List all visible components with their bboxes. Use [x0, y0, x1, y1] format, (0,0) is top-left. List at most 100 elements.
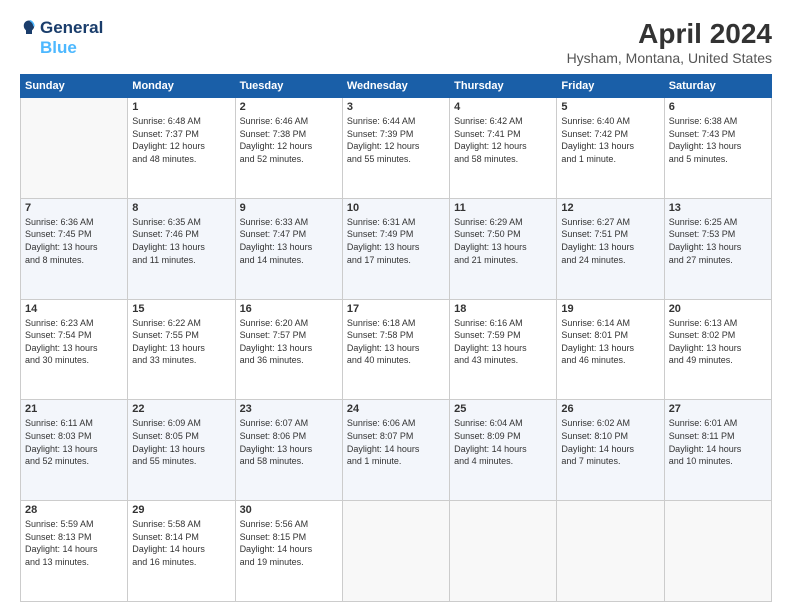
- header-thursday: Thursday: [450, 75, 557, 98]
- day-info: Sunrise: 6:13 AM Sunset: 8:02 PM Dayligh…: [669, 317, 767, 367]
- calendar-week-row: 28 Sunrise: 5:59 AM Sunset: 8:13 PM Dayli…: [21, 501, 772, 602]
- day-info: Sunrise: 6:33 AM Sunset: 7:47 PM Dayligh…: [240, 216, 338, 266]
- table-row: 25 Sunrise: 6:04 AM Sunset: 8:09 PM Dayli…: [450, 400, 557, 501]
- page: General Blue April 2024 Hysham, Montana,…: [0, 0, 792, 612]
- table-row: 26 Sunrise: 6:02 AM Sunset: 8:10 PM Dayli…: [557, 400, 664, 501]
- day-number: 8: [132, 202, 230, 214]
- day-number: 28: [25, 504, 123, 516]
- table-row: [450, 501, 557, 602]
- calendar-week-row: 21 Sunrise: 6:11 AM Sunset: 8:03 PM Dayli…: [21, 400, 772, 501]
- table-row: 1Sunrise: 6:48 AM Sunset: 7:37 PM Daylig…: [128, 98, 235, 199]
- table-row: 12 Sunrise: 6:27 AM Sunset: 7:51 PM Dayli…: [557, 198, 664, 299]
- table-row: 29 Sunrise: 5:58 AM Sunset: 8:14 PM Dayli…: [128, 501, 235, 602]
- page-subtitle: Hysham, Montana, United States: [567, 50, 772, 66]
- day-info: Sunrise: 6:35 AM Sunset: 7:46 PM Dayligh…: [132, 216, 230, 266]
- day-number: 18: [454, 303, 552, 315]
- table-row: 8 Sunrise: 6:35 AM Sunset: 7:46 PM Daylig…: [128, 198, 235, 299]
- table-row: 16 Sunrise: 6:20 AM Sunset: 7:57 PM Dayli…: [235, 299, 342, 400]
- day-number: 6: [669, 101, 767, 113]
- day-info: Sunrise: 5:58 AM Sunset: 8:14 PM Dayligh…: [132, 518, 230, 568]
- table-row: 18 Sunrise: 6:16 AM Sunset: 7:59 PM Dayli…: [450, 299, 557, 400]
- day-info: Sunrise: 5:59 AM Sunset: 8:13 PM Dayligh…: [25, 518, 123, 568]
- table-row: 15 Sunrise: 6:22 AM Sunset: 7:55 PM Dayli…: [128, 299, 235, 400]
- day-info: Sunrise: 6:44 AM Sunset: 7:39 PM Dayligh…: [347, 115, 445, 165]
- day-info: Sunrise: 6:16 AM Sunset: 7:59 PM Dayligh…: [454, 317, 552, 367]
- day-number: 26: [561, 403, 659, 415]
- day-info: Sunrise: 6:27 AM Sunset: 7:51 PM Dayligh…: [561, 216, 659, 266]
- day-number: 22: [132, 403, 230, 415]
- header-monday: Monday: [128, 75, 235, 98]
- logo-blue: Blue: [40, 38, 77, 58]
- day-number: 3: [347, 101, 445, 113]
- day-number: 14: [25, 303, 123, 315]
- day-info: Sunrise: 6:09 AM Sunset: 8:05 PM Dayligh…: [132, 417, 230, 467]
- day-number: 27: [669, 403, 767, 415]
- day-number: 29: [132, 504, 230, 516]
- header-saturday: Saturday: [664, 75, 771, 98]
- day-info: Sunrise: 6:04 AM Sunset: 8:09 PM Dayligh…: [454, 417, 552, 467]
- day-info: Sunrise: 6:22 AM Sunset: 7:55 PM Dayligh…: [132, 317, 230, 367]
- table-row: [557, 501, 664, 602]
- day-info: Sunrise: 6:36 AM Sunset: 7:45 PM Dayligh…: [25, 216, 123, 266]
- title-block: April 2024 Hysham, Montana, United State…: [567, 18, 772, 66]
- table-row: 7Sunrise: 6:36 AM Sunset: 7:45 PM Daylig…: [21, 198, 128, 299]
- day-info: Sunrise: 6:29 AM Sunset: 7:50 PM Dayligh…: [454, 216, 552, 266]
- logo: General Blue: [20, 18, 103, 58]
- table-row: 2 Sunrise: 6:46 AM Sunset: 7:38 PM Daylig…: [235, 98, 342, 199]
- day-info: Sunrise: 6:23 AM Sunset: 7:54 PM Dayligh…: [25, 317, 123, 367]
- day-info: Sunrise: 6:46 AM Sunset: 7:38 PM Dayligh…: [240, 115, 338, 165]
- table-row: 4Sunrise: 6:42 AM Sunset: 7:41 PM Daylig…: [450, 98, 557, 199]
- day-number: 13: [669, 202, 767, 214]
- day-info: Sunrise: 6:25 AM Sunset: 7:53 PM Dayligh…: [669, 216, 767, 266]
- day-number: 11: [454, 202, 552, 214]
- logo-icon: [20, 19, 38, 37]
- calendar-week-row: 14 Sunrise: 6:23 AM Sunset: 7:54 PM Dayli…: [21, 299, 772, 400]
- day-number: 30: [240, 504, 338, 516]
- day-info: Sunrise: 5:56 AM Sunset: 8:15 PM Dayligh…: [240, 518, 338, 568]
- day-number: 25: [454, 403, 552, 415]
- day-number: 21: [25, 403, 123, 415]
- day-number: 19: [561, 303, 659, 315]
- day-number: 5: [561, 101, 659, 113]
- table-row: [342, 501, 449, 602]
- day-number: 2: [240, 101, 338, 113]
- day-info: Sunrise: 6:02 AM Sunset: 8:10 PM Dayligh…: [561, 417, 659, 467]
- header: General Blue April 2024 Hysham, Montana,…: [20, 18, 772, 66]
- table-row: 10 Sunrise: 6:31 AM Sunset: 7:49 PM Dayli…: [342, 198, 449, 299]
- table-row: 24Sunrise: 6:06 AM Sunset: 8:07 PM Dayli…: [342, 400, 449, 501]
- day-number: 12: [561, 202, 659, 214]
- table-row: 27Sunrise: 6:01 AM Sunset: 8:11 PM Dayli…: [664, 400, 771, 501]
- table-row: [21, 98, 128, 199]
- table-row: 14 Sunrise: 6:23 AM Sunset: 7:54 PM Dayli…: [21, 299, 128, 400]
- calendar-week-row: 7Sunrise: 6:36 AM Sunset: 7:45 PM Daylig…: [21, 198, 772, 299]
- table-row: 3 Sunrise: 6:44 AM Sunset: 7:39 PM Daylig…: [342, 98, 449, 199]
- day-number: 9: [240, 202, 338, 214]
- table-row: 9 Sunrise: 6:33 AM Sunset: 7:47 PM Daylig…: [235, 198, 342, 299]
- day-info: Sunrise: 6:31 AM Sunset: 7:49 PM Dayligh…: [347, 216, 445, 266]
- table-row: 13 Sunrise: 6:25 AM Sunset: 7:53 PM Dayli…: [664, 198, 771, 299]
- day-number: 16: [240, 303, 338, 315]
- day-info: Sunrise: 6:40 AM Sunset: 7:42 PM Dayligh…: [561, 115, 659, 165]
- day-info: Sunrise: 6:18 AM Sunset: 7:58 PM Dayligh…: [347, 317, 445, 367]
- day-number: 10: [347, 202, 445, 214]
- table-row: 23Sunrise: 6:07 AM Sunset: 8:06 PM Dayli…: [235, 400, 342, 501]
- table-row: [664, 501, 771, 602]
- calendar-table: Sunday Monday Tuesday Wednesday Thursday…: [20, 74, 772, 602]
- day-info: Sunrise: 6:06 AM Sunset: 8:07 PM Dayligh…: [347, 417, 445, 467]
- page-title: April 2024: [567, 18, 772, 50]
- table-row: 6Sunrise: 6:38 AM Sunset: 7:43 PM Daylig…: [664, 98, 771, 199]
- table-row: 11 Sunrise: 6:29 AM Sunset: 7:50 PM Dayli…: [450, 198, 557, 299]
- calendar-week-row: 1Sunrise: 6:48 AM Sunset: 7:37 PM Daylig…: [21, 98, 772, 199]
- day-number: 20: [669, 303, 767, 315]
- logo-general: General: [40, 18, 103, 38]
- day-info: Sunrise: 6:11 AM Sunset: 8:03 PM Dayligh…: [25, 417, 123, 467]
- table-row: 20 Sunrise: 6:13 AM Sunset: 8:02 PM Dayli…: [664, 299, 771, 400]
- header-friday: Friday: [557, 75, 664, 98]
- day-number: 15: [132, 303, 230, 315]
- header-wednesday: Wednesday: [342, 75, 449, 98]
- day-info: Sunrise: 6:48 AM Sunset: 7:37 PM Dayligh…: [132, 115, 230, 165]
- table-row: 22 Sunrise: 6:09 AM Sunset: 8:05 PM Dayli…: [128, 400, 235, 501]
- day-number: 17: [347, 303, 445, 315]
- day-info: Sunrise: 6:20 AM Sunset: 7:57 PM Dayligh…: [240, 317, 338, 367]
- header-sunday: Sunday: [21, 75, 128, 98]
